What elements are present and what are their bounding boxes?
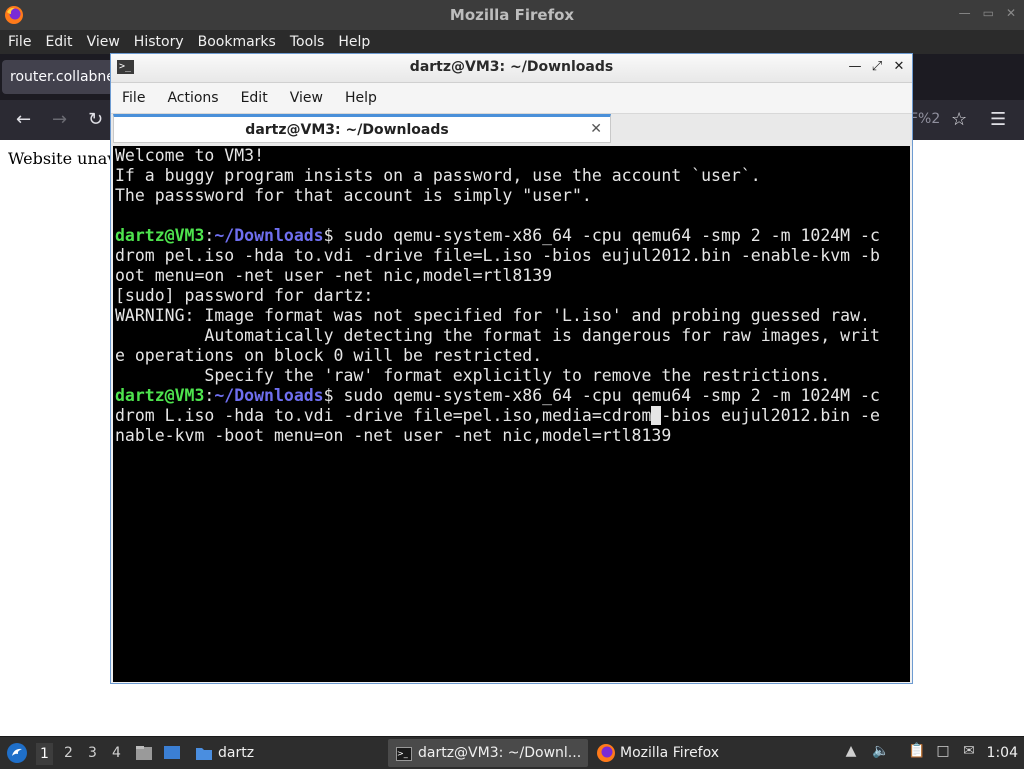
terminal-command-line: dartz@VM3:~/Downloads$ sudo qemu-system-… [115,226,880,245]
workspace-2[interactable]: 2 [64,745,73,761]
notification-icon[interactable]: ✉ [960,743,978,763]
terminal-window: >_ dartz@VM3: ~/Downloads — ⤢ ✕ File Act… [110,53,913,684]
hamburger-menu-icon[interactable]: ☰ [990,109,1006,130]
menu-view[interactable]: View [80,34,127,50]
menu-edit[interactable]: Edit [38,34,79,50]
taskbar-terminal-label: dartz@VM3: ~/Downl... [418,745,582,761]
close-icon[interactable]: ✕ [1006,6,1016,20]
workspace-3[interactable]: 3 [88,745,97,761]
volume-icon[interactable]: 🔈 [872,743,890,763]
start-menu-icon[interactable] [6,742,28,764]
terminal-menubar: File Actions Edit View Help [111,83,912,113]
terminal-menu-actions[interactable]: Actions [156,90,229,106]
workspace-1[interactable]: 1 [36,743,53,765]
menu-history[interactable]: History [127,34,191,50]
page-error-text: Website unav [8,149,117,168]
menu-bookmarks[interactable]: Bookmarks [191,34,283,50]
menu-help[interactable]: Help [331,34,377,50]
terminal-line: If a buggy program insists on a password… [115,166,761,185]
clock[interactable]: 1:04 [987,745,1018,761]
terminal-tab-label: dartz@VM3: ~/Downloads [245,122,449,138]
terminal-window-title: dartz@VM3: ~/Downloads [409,59,614,75]
terminal-line: Welcome to VM3! [115,146,265,165]
terminal-line: The passsword for that account is simply… [115,186,592,205]
forward-arrow-icon[interactable]: → [52,109,67,130]
folder-icon[interactable] [194,743,214,763]
close-tab-icon[interactable]: ✕ [590,121,602,137]
desktop-icon[interactable] [162,743,182,763]
firefox-menubar: File Edit View History Bookmarks Tools H… [0,30,1024,54]
terminal-tabbar: dartz@VM3: ~/Downloads ✕ [111,113,912,146]
terminal-menu-help[interactable]: Help [334,90,388,106]
prompt-path: ~/Downloads [214,226,324,245]
terminal-line: drom pel.iso -hda to.vdi -drive file=L.i… [115,246,880,265]
clipboard-icon[interactable]: 📋 [908,743,926,763]
terminal-command-line: dartz@VM3:~/Downloads$ sudo qemu-system-… [115,386,880,405]
prompt-user: dartz@VM3 [115,226,205,245]
terminal-line: [sudo] password for dartz: [115,286,374,305]
terminal-line: WARNING: Image format was not specified … [115,306,870,325]
taskbar-terminal-button[interactable]: >_ dartz@VM3: ~/Downl... [388,739,588,767]
text-cursor [651,406,662,425]
file-manager-icon[interactable] [134,743,154,763]
terminal-icon: >_ [396,747,412,761]
battery-icon[interactable]: ▲ [842,743,860,763]
folder-task-label[interactable]: dartz [218,745,254,761]
menu-file[interactable]: File [0,34,38,50]
restore-icon[interactable]: ⤢ [870,59,884,74]
terminal-line: Automatically detecting the format is da… [115,326,880,345]
workspace-4[interactable]: 4 [112,745,121,761]
back-arrow-icon[interactable]: ← [16,109,31,130]
terminal-menu-view[interactable]: View [279,90,334,106]
minimize-icon[interactable]: — [848,59,862,74]
command-text: $ sudo qemu-system-x86_64 -cpu qemu64 -s… [323,386,880,405]
taskbar: 1 2 3 4 dartz >_ dartz@VM3: ~/Downl... M… [0,736,1024,769]
terminal-menu-file[interactable]: File [111,90,156,106]
terminal-tab[interactable]: dartz@VM3: ~/Downloads ✕ [113,114,611,143]
terminal-line: Specify the 'raw' format explicitly to r… [115,366,831,385]
url-text-fragment[interactable]: F%2 [910,111,940,127]
taskbar-firefox-button[interactable]: Mozilla Firefox [594,739,754,767]
close-icon[interactable]: ✕ [892,59,906,74]
bookmark-star-icon[interactable]: ☆ [951,109,967,130]
minimize-icon[interactable]: — [959,6,971,20]
terminal-menu-edit[interactable]: Edit [230,90,279,106]
firefox-window-title: Mozilla Firefox [449,6,575,24]
browser-tab-label: router.collabnet [10,69,121,85]
command-text: $ sudo qemu-system-x86_64 -cpu qemu64 -s… [323,226,880,245]
terminal-line: nable-kvm -boot menu=on -net user -net n… [115,426,672,445]
terminal-blank-line [113,206,910,226]
reload-icon[interactable]: ↻ [88,109,103,130]
terminal-line: e operations on block 0 will be restrict… [115,346,543,365]
terminal-line: oot menu=on -net user -net nic,model=rtl… [115,266,553,285]
prompt-user: dartz@VM3 [115,386,205,405]
terminal-output[interactable]: Welcome to VM3! If a buggy program insis… [113,146,910,682]
terminal-line: drom L.iso -hda to.vdi -drive file=pel.i… [113,406,910,426]
prompt-path: ~/Downloads [214,386,324,405]
maximize-icon[interactable]: ▭ [983,6,994,20]
taskbar-firefox-label: Mozilla Firefox [620,745,720,761]
command-text: drom L.iso -hda to.vdi -drive file=pel.i… [115,406,652,425]
firefox-logo-icon [597,744,615,762]
firefox-titlebar: Mozilla Firefox — ▭ ✕ [0,0,1024,30]
terminal-titlebar[interactable]: >_ dartz@VM3: ~/Downloads — ⤢ ✕ [111,54,912,83]
menu-tools[interactable]: Tools [283,34,332,50]
network-icon[interactable]: □ [934,743,952,763]
command-text: -bios eujul2012.bin -e [661,406,880,425]
